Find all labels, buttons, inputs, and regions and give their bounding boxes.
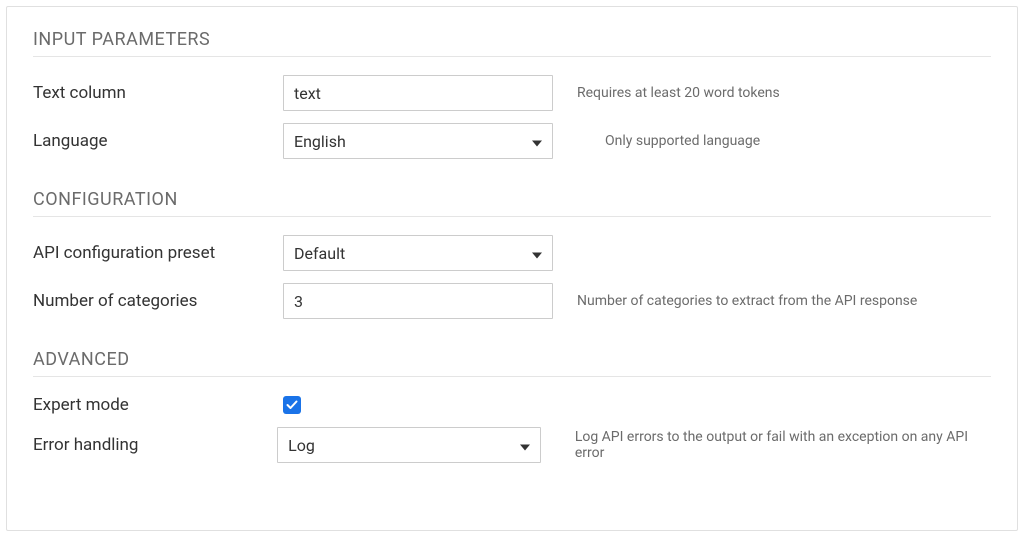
row-error-handling: Error handling Log Log API errors to the…: [33, 427, 991, 463]
row-language: Language English Only supported language: [33, 123, 991, 159]
section-title-input-parameters: INPUT PARAMETERS: [33, 29, 991, 57]
label-api-preset: API configuration preset: [33, 243, 283, 263]
error-handling-select[interactable]: Log: [277, 427, 541, 463]
num-categories-input[interactable]: [283, 283, 553, 319]
row-num-categories: Number of categories Number of categorie…: [33, 283, 991, 319]
api-preset-select-value: Default: [294, 244, 345, 263]
label-text-column: Text column: [33, 83, 283, 103]
expert-mode-checkbox[interactable]: [283, 396, 301, 414]
caret-down-icon: [520, 436, 530, 455]
label-language: Language: [33, 131, 283, 151]
section-input-parameters: INPUT PARAMETERS Text column Requires at…: [33, 29, 991, 159]
section-configuration: CONFIGURATION API configuration preset D…: [33, 189, 991, 319]
helper-text-column: Requires at least 20 word tokens: [577, 85, 780, 101]
section-title-configuration: CONFIGURATION: [33, 189, 991, 217]
caret-down-icon: [532, 244, 542, 263]
row-expert-mode: Expert mode: [33, 395, 991, 415]
language-select[interactable]: English: [283, 123, 553, 159]
error-handling-select-value: Log: [288, 436, 315, 455]
settings-panel: INPUT PARAMETERS Text column Requires at…: [6, 6, 1018, 531]
text-column-input[interactable]: [283, 75, 553, 111]
row-api-preset: API configuration preset Default: [33, 235, 991, 271]
section-advanced: ADVANCED Expert mode Error handling Log …: [33, 349, 991, 463]
helper-language: Only supported language: [605, 133, 760, 149]
caret-down-icon: [532, 132, 542, 151]
label-num-categories: Number of categories: [33, 291, 283, 311]
label-error-handling: Error handling: [33, 435, 277, 455]
label-expert-mode: Expert mode: [33, 395, 283, 415]
helper-num-categories: Number of categories to extract from the…: [577, 293, 917, 309]
helper-error-handling: Log API errors to the output or fail wit…: [575, 429, 991, 461]
api-preset-select[interactable]: Default: [283, 235, 553, 271]
checkmark-icon: [286, 399, 298, 411]
section-title-advanced: ADVANCED: [33, 349, 991, 377]
language-select-value: English: [294, 132, 346, 151]
row-text-column: Text column Requires at least 20 word to…: [33, 75, 991, 111]
